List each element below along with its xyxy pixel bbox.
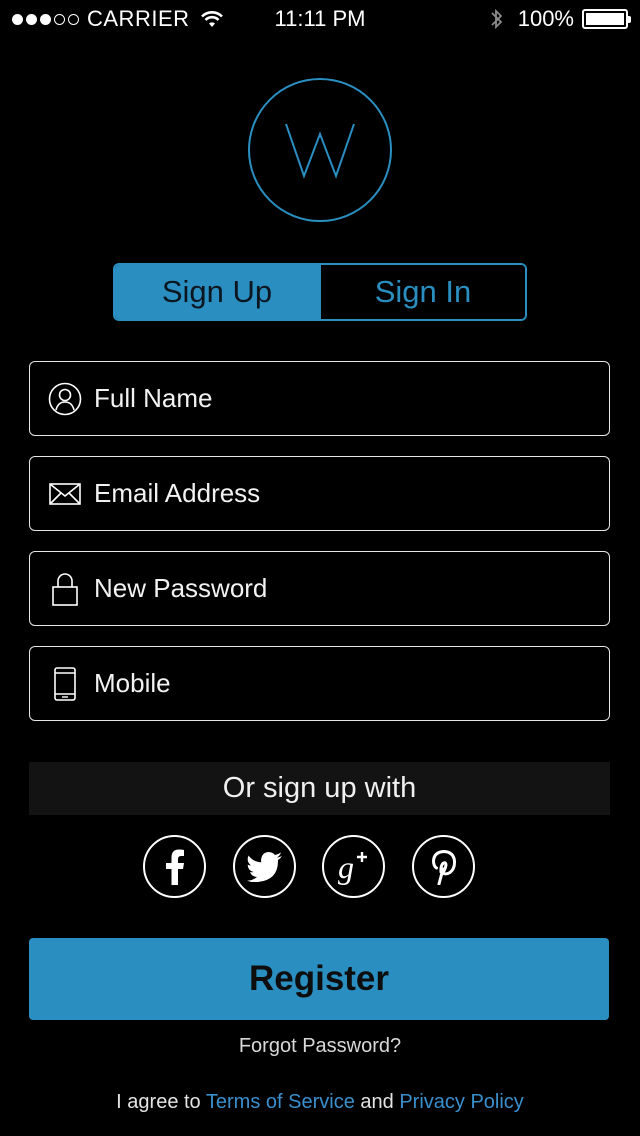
twitter-icon (246, 851, 282, 882)
agreement-conjunction: and (360, 1091, 394, 1113)
battery-icon (582, 9, 631, 29)
password-input[interactable] (94, 573, 554, 604)
agreement-prefix: I agree to (116, 1091, 201, 1113)
full-name-input[interactable] (94, 383, 554, 414)
password-field[interactable] (29, 551, 610, 626)
google-plus-button[interactable]: g (322, 835, 385, 898)
tab-sign-up[interactable]: Sign Up (115, 265, 319, 319)
battery-percentage: 100% (517, 6, 574, 31)
mobile-field[interactable] (29, 646, 610, 721)
full-name-field[interactable] (29, 361, 610, 436)
tab-sign-in[interactable]: Sign In (319, 265, 525, 319)
status-bar: CARRIER 11:11 PM 100% (0, 0, 640, 40)
privacy-policy-link[interactable]: Privacy Policy (399, 1091, 523, 1113)
pinterest-icon (431, 849, 456, 885)
pinterest-button[interactable] (412, 835, 475, 898)
facebook-icon (165, 849, 184, 885)
forgot-password-link[interactable]: Forgot Password? (0, 1035, 640, 1058)
phone-icon (48, 666, 82, 701)
user-icon (48, 382, 82, 416)
auth-mode-toggle: Sign Up Sign In (113, 263, 527, 321)
register-button[interactable]: Register (29, 938, 609, 1020)
terms-of-service-link[interactable]: Terms of Service (206, 1091, 355, 1113)
w-logo-icon (285, 123, 355, 179)
email-input[interactable] (94, 478, 554, 509)
bluetooth-icon (491, 8, 502, 30)
mobile-input[interactable] (94, 668, 554, 699)
app-logo: W (248, 78, 392, 222)
twitter-button[interactable] (233, 835, 296, 898)
social-heading: Or sign up with (29, 762, 610, 815)
svg-text:g: g (338, 849, 354, 885)
email-field[interactable] (29, 456, 610, 531)
envelope-icon (48, 477, 82, 511)
google-plus-icon: g (338, 849, 367, 885)
status-right: 100% (490, 6, 631, 32)
terms-agreement: I agree to Terms of Service and Privacy … (0, 1091, 640, 1114)
lock-icon (48, 572, 82, 606)
facebook-button[interactable] (143, 835, 206, 898)
